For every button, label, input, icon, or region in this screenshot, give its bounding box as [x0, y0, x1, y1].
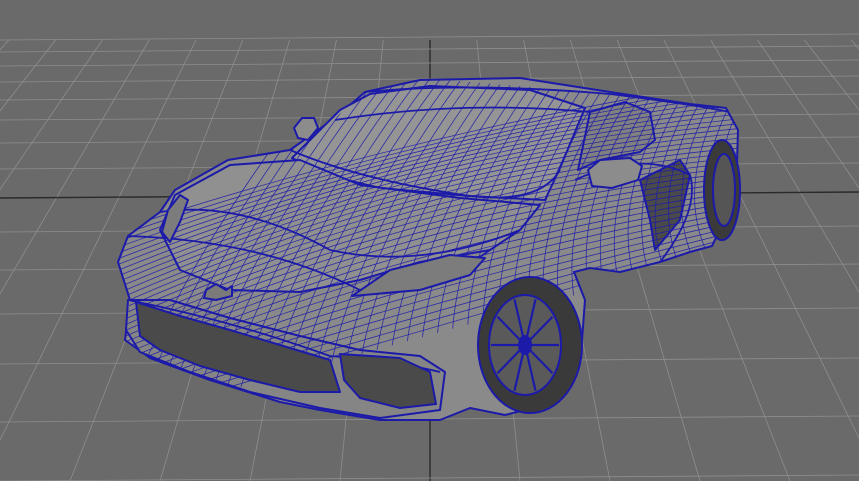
grid-line: [757, 39, 859, 189]
car-wireframe-model[interactable]: [117, 70, 741, 421]
rear-wheel: [703, 139, 741, 241]
grid-line: [0, 39, 10, 51]
wheel-hub: [518, 335, 532, 355]
grid-line: [0, 39, 103, 191]
viewport-canvas[interactable]: [0, 0, 859, 481]
grid-line: [0, 33, 859, 41]
grid-line: [0, 39, 56, 112]
grid-line: [804, 39, 859, 111]
grid-line: [850, 39, 859, 50]
3d-viewport[interactable]: [0, 0, 859, 481]
front-wheel: [477, 276, 583, 414]
grid-line: [710, 39, 859, 293]
